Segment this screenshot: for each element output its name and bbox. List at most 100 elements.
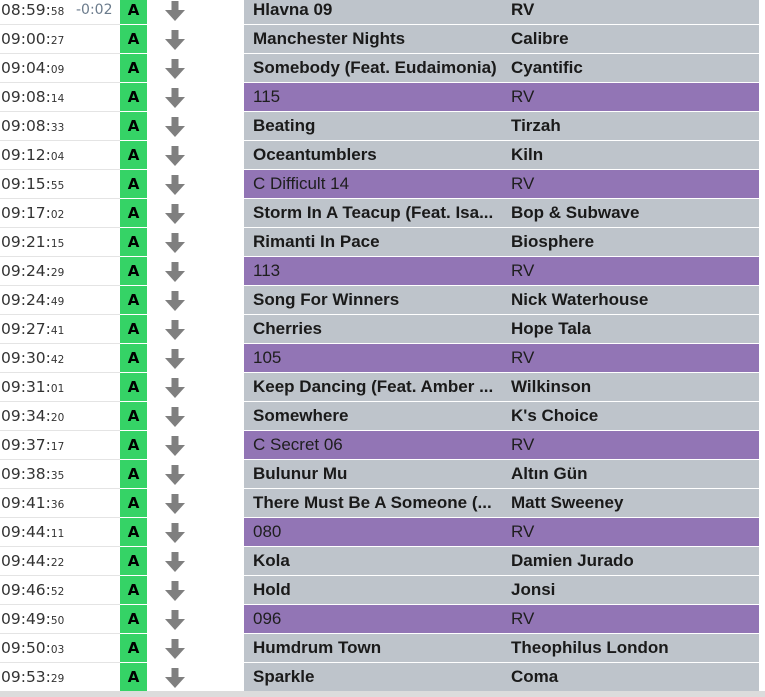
- item-cell[interactable]: Hold Jonsi: [244, 576, 759, 605]
- down-arrow-icon[interactable]: [163, 290, 187, 312]
- status-badge[interactable]: A: [120, 431, 147, 460]
- down-arrow-icon[interactable]: [163, 522, 187, 544]
- playlist-row[interactable]: 09:08:33 A Beating Tirzah: [0, 112, 765, 141]
- item-cell[interactable]: There Must Be A Someone (... Matt Sweene…: [244, 489, 759, 518]
- status-badge[interactable]: A: [120, 83, 147, 112]
- playlist-row[interactable]: 09:27:41 A Cherries Hope Tala: [0, 315, 765, 344]
- start-time: 09:17:02: [1, 199, 64, 227]
- status-badge[interactable]: A: [120, 634, 147, 663]
- status-badge[interactable]: A: [120, 518, 147, 547]
- item-cell[interactable]: Sparkle Coma: [244, 663, 759, 692]
- status-badge[interactable]: A: [120, 170, 147, 199]
- item-cell[interactable]: Storm In A Teacup (Feat. Isa... Bop & Su…: [244, 199, 759, 228]
- status-badge[interactable]: A: [120, 344, 147, 373]
- item-cell[interactable]: Hlavna 09 RV: [244, 0, 759, 25]
- status-badge[interactable]: A: [120, 460, 147, 489]
- status-badge[interactable]: A: [120, 25, 147, 54]
- playlist-row[interactable]: 09:12:04 A Oceantumblers Kiln: [0, 141, 765, 170]
- down-arrow-icon[interactable]: [163, 406, 187, 428]
- down-arrow-icon[interactable]: [163, 145, 187, 167]
- playlist-row[interactable]: 09:34:20 A Somewhere K's Choice: [0, 402, 765, 431]
- status-badge[interactable]: A: [120, 489, 147, 518]
- playlist-row[interactable]: 09:46:52 A Hold Jonsi: [0, 576, 765, 605]
- down-arrow-icon[interactable]: [163, 203, 187, 225]
- playlist-row[interactable]: 08:59:58 -0:02 A Hlavna 09 RV: [0, 0, 765, 25]
- item-cell[interactable]: Rimanti In Pace Biosphere: [244, 228, 759, 257]
- down-arrow-icon[interactable]: [163, 261, 187, 283]
- playlist-row[interactable]: 09:53:29 A Sparkle Coma: [0, 663, 765, 692]
- status-badge[interactable]: A: [120, 576, 147, 605]
- down-arrow-icon[interactable]: [163, 0, 187, 22]
- playlist-row[interactable]: 09:15:55 A C Difficult 14 RV: [0, 170, 765, 199]
- down-arrow-icon[interactable]: [163, 29, 187, 51]
- down-arrow-icon[interactable]: [163, 174, 187, 196]
- down-arrow-icon[interactable]: [163, 609, 187, 631]
- status-badge[interactable]: A: [120, 402, 147, 431]
- item-cell[interactable]: Keep Dancing (Feat. Amber ... Wilkinson: [244, 373, 759, 402]
- item-cell[interactable]: 115 RV: [244, 83, 759, 112]
- item-cell[interactable]: Beating Tirzah: [244, 112, 759, 141]
- playlist-row[interactable]: 09:21:15 A Rimanti In Pace Biosphere: [0, 228, 765, 257]
- status-badge[interactable]: A: [120, 257, 147, 286]
- status-badge[interactable]: A: [120, 547, 147, 576]
- down-arrow-icon[interactable]: [163, 638, 187, 660]
- playlist-row[interactable]: 09:37:17 A C Secret 06 RV: [0, 431, 765, 460]
- down-arrow-icon[interactable]: [163, 493, 187, 515]
- status-badge[interactable]: A: [120, 228, 147, 257]
- item-cell[interactable]: Humdrum Town Theophilus London: [244, 634, 759, 663]
- item-cell[interactable]: Manchester Nights Calibre: [244, 25, 759, 54]
- down-arrow-icon[interactable]: [163, 58, 187, 80]
- status-badge[interactable]: A: [120, 0, 147, 25]
- status-badge[interactable]: A: [120, 112, 147, 141]
- down-arrow-icon[interactable]: [163, 377, 187, 399]
- playlist-row[interactable]: 09:38:35 A Bulunur Mu Altın Gün: [0, 460, 765, 489]
- item-cell[interactable]: Somebody (Feat. Eudaimonia) Cyantific: [244, 54, 759, 83]
- down-arrow-icon[interactable]: [163, 87, 187, 109]
- status-badge[interactable]: A: [120, 54, 147, 83]
- item-cell[interactable]: C Secret 06 RV: [244, 431, 759, 460]
- down-arrow-icon[interactable]: [163, 580, 187, 602]
- playlist-row[interactable]: 09:44:11 A 080 RV: [0, 518, 765, 547]
- playlist-row[interactable]: 09:49:50 A 096 RV: [0, 605, 765, 634]
- item-cell[interactable]: 096 RV: [244, 605, 759, 634]
- playlist-row[interactable]: 09:08:14 A 115 RV: [0, 83, 765, 112]
- item-cell[interactable]: Kola Damien Jurado: [244, 547, 759, 576]
- item-title: There Must Be A Someone (...: [253, 493, 492, 512]
- status-badge[interactable]: A: [120, 199, 147, 228]
- down-arrow-icon[interactable]: [163, 232, 187, 254]
- playlist-row[interactable]: 09:24:49 A Song For Winners Nick Waterho…: [0, 286, 765, 315]
- status-badge[interactable]: A: [120, 663, 147, 692]
- down-arrow-icon[interactable]: [163, 319, 187, 341]
- playlist-row[interactable]: 09:04:09 A Somebody (Feat. Eudaimonia) C…: [0, 54, 765, 83]
- status-badge[interactable]: A: [120, 373, 147, 402]
- playlist-row[interactable]: 09:17:02 A Storm In A Teacup (Feat. Isa.…: [0, 199, 765, 228]
- down-arrow-icon[interactable]: [163, 116, 187, 138]
- status-badge[interactable]: A: [120, 286, 147, 315]
- status-badge[interactable]: A: [120, 141, 147, 170]
- item-cell[interactable]: C Difficult 14 RV: [244, 170, 759, 199]
- status-badge[interactable]: A: [120, 315, 147, 344]
- item-cell[interactable]: 105 RV: [244, 344, 759, 373]
- down-arrow-icon[interactable]: [163, 464, 187, 486]
- playlist-row[interactable]: 09:24:29 A 113 RV: [0, 257, 765, 286]
- status-badge[interactable]: A: [120, 605, 147, 634]
- playlist-row[interactable]: 09:44:22 A Kola Damien Jurado: [0, 547, 765, 576]
- down-arrow-icon[interactable]: [163, 435, 187, 457]
- item-cell[interactable]: Song For Winners Nick Waterhouse: [244, 286, 759, 315]
- item-cell[interactable]: Bulunur Mu Altın Gün: [244, 460, 759, 489]
- item-cell[interactable]: Somewhere K's Choice: [244, 402, 759, 431]
- playlist-row[interactable]: 09:30:42 A 105 RV: [0, 344, 765, 373]
- down-arrow-icon[interactable]: [163, 667, 187, 689]
- playlist-row[interactable]: 09:31:01 A Keep Dancing (Feat. Amber ...…: [0, 373, 765, 402]
- item-title: Keep Dancing (Feat. Amber ...: [253, 377, 494, 396]
- down-arrow-icon[interactable]: [163, 348, 187, 370]
- playlist-row[interactable]: 09:50:03 A Humdrum Town Theophilus Londo…: [0, 634, 765, 663]
- down-arrow-icon[interactable]: [163, 551, 187, 573]
- item-cell[interactable]: 113 RV: [244, 257, 759, 286]
- start-time-hm: 09:46:: [1, 581, 51, 599]
- playlist-row[interactable]: 09:41:36 A There Must Be A Someone (... …: [0, 489, 765, 518]
- playlist-row[interactable]: 09:00:27 A Manchester Nights Calibre: [0, 25, 765, 54]
- item-cell[interactable]: 080 RV: [244, 518, 759, 547]
- item-cell[interactable]: Cherries Hope Tala: [244, 315, 759, 344]
- item-cell[interactable]: Oceantumblers Kiln: [244, 141, 759, 170]
